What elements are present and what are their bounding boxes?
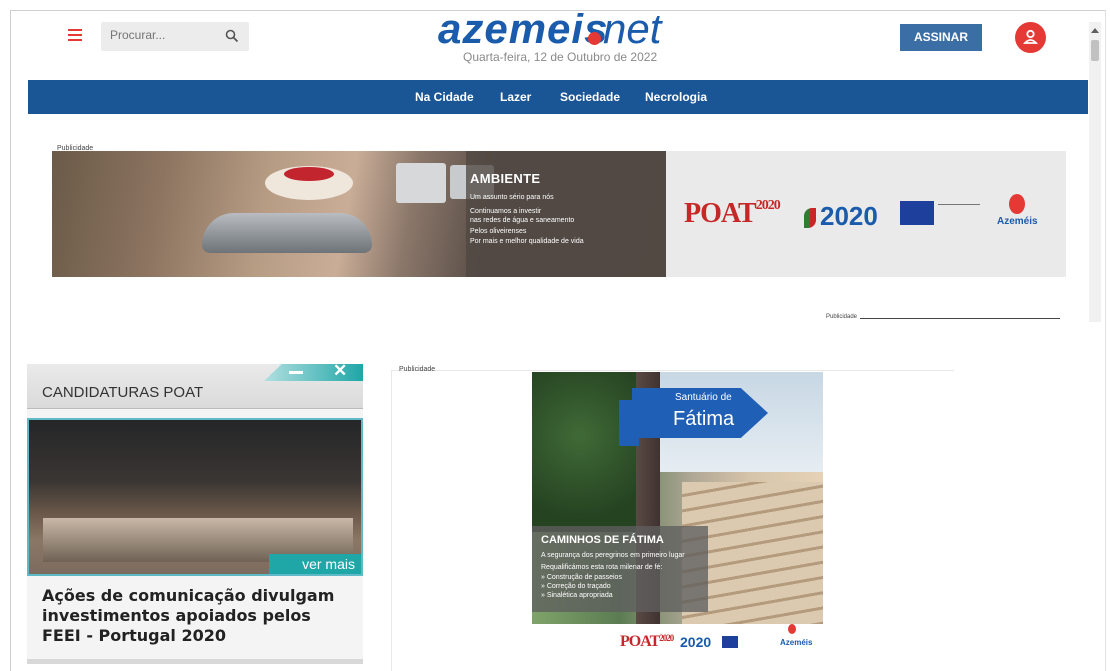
scrollbar[interactable] (1089, 22, 1101, 322)
ad-label-right: Publicidade (826, 314, 858, 320)
auditorium-photo[interactable]: ver mais (27, 418, 363, 576)
logo-suffix: net (603, 13, 662, 49)
see-more-button[interactable]: ver mais (269, 554, 361, 574)
caminhos-line: A segurança dos peregrinos em primeiro l… (541, 552, 685, 559)
ambiente-title: AMBIENTE (470, 171, 541, 186)
azemeis-logo: Azeméis (997, 194, 1038, 234)
sign-text-small: Santuário de (675, 392, 732, 403)
news-headline[interactable]: Ações de comunicação divulgam investimen… (42, 586, 352, 646)
portugal2020-logo: 2020 (804, 201, 878, 232)
nav-item-lazer[interactable]: Lazer (500, 90, 531, 104)
panel-header: ✕ CANDIDATURAS POAT (27, 361, 363, 409)
eu-flag-icon (722, 636, 738, 648)
caminhos-title: CAMINHOS DE FÁTIMA (541, 534, 664, 546)
sign-text-big: Fátima (673, 408, 735, 430)
eu-flag-icon (900, 201, 934, 225)
caminhos-line: Requalificámos esta rota milenar de fé: (541, 564, 663, 571)
ambiente-line: Continuamos a investir (470, 208, 542, 215)
ambiente-ad-banner[interactable]: AMBIENTE Um assunto sério para nós Conti… (52, 151, 1066, 277)
subscribe-button[interactable]: ASSINAR (900, 24, 982, 51)
eu-fund-text (938, 204, 980, 224)
ambiente-line: nas redes de água e saneamento (470, 217, 575, 224)
scroll-up-arrow-icon[interactable] (1091, 28, 1099, 33)
caminhos-line: » Correção do traçado (541, 583, 611, 590)
scrollbar-thumb[interactable] (1091, 40, 1099, 61)
logo-text: azemeis (438, 13, 609, 49)
candidaturas-poat-panel: ✕ CANDIDATURAS POAT ver mais Ações de co… (27, 361, 363, 664)
current-date: Quarta-feira, 12 de Outubro de 2022 (463, 50, 658, 64)
ambiente-overlay: AMBIENTE Um assunto sério para nós Conti… (466, 151, 666, 277)
nav-item-necrologia[interactable]: Necrologia (645, 90, 707, 104)
azemeis-pin-icon (788, 624, 796, 634)
search-icon[interactable] (225, 29, 239, 43)
nav-item-sociedade[interactable]: Sociedade (560, 90, 620, 104)
site-logo[interactable]: azemeis net (438, 13, 678, 49)
menu-icon[interactable] (68, 29, 82, 41)
ambiente-line: Pelos oliveirenses (470, 228, 527, 235)
poat-logo: POAT2020 (620, 633, 674, 650)
panel-title: CANDIDATURAS POAT (42, 384, 204, 401)
caminhos-line: » Construção de passeios (541, 574, 622, 581)
panel-footer (27, 659, 363, 664)
search-box[interactable] (101, 22, 249, 51)
ad-label: Publicidade (399, 366, 436, 373)
ambiente-line: Um assunto sério para nós (470, 194, 554, 201)
poat-logo: POAT2020 (684, 198, 781, 229)
minimize-icon[interactable] (289, 371, 303, 374)
user-icon (1022, 29, 1039, 44)
caminhos-line: » Sinalética apropriada (541, 592, 613, 599)
berries-shape (284, 167, 334, 181)
main-nav: Na Cidade Lazer Sociedade Necrologia (28, 80, 1088, 114)
fatima-logo-strip: POAT2020 2020 Azeméis (532, 624, 823, 664)
logo-dot (588, 32, 601, 45)
azemeis-logo: Azeméis (780, 638, 813, 647)
caminhos-overlay: CAMINHOS DE FÁTIMA A segurança dos pereg… (532, 526, 708, 612)
sink-shape (202, 213, 372, 253)
ad-divider (860, 318, 1060, 319)
ambiente-line: Por mais e melhor qualidade de vida (470, 238, 584, 245)
user-account-button[interactable] (1015, 22, 1046, 53)
panel-controls (264, 364, 363, 381)
portugal2020-logo: 2020 (680, 634, 712, 650)
search-input[interactable] (110, 28, 220, 42)
close-icon[interactable]: ✕ (333, 361, 347, 381)
cup-shape (396, 163, 446, 203)
fatima-ad[interactable]: Santuário de Fátima CAMINHOS DE FÁTIMA A… (532, 372, 823, 664)
nav-item-na-cidade[interactable]: Na Cidade (415, 90, 474, 104)
kitchen-photo: AMBIENTE Um assunto sério para nós Conti… (52, 151, 666, 277)
